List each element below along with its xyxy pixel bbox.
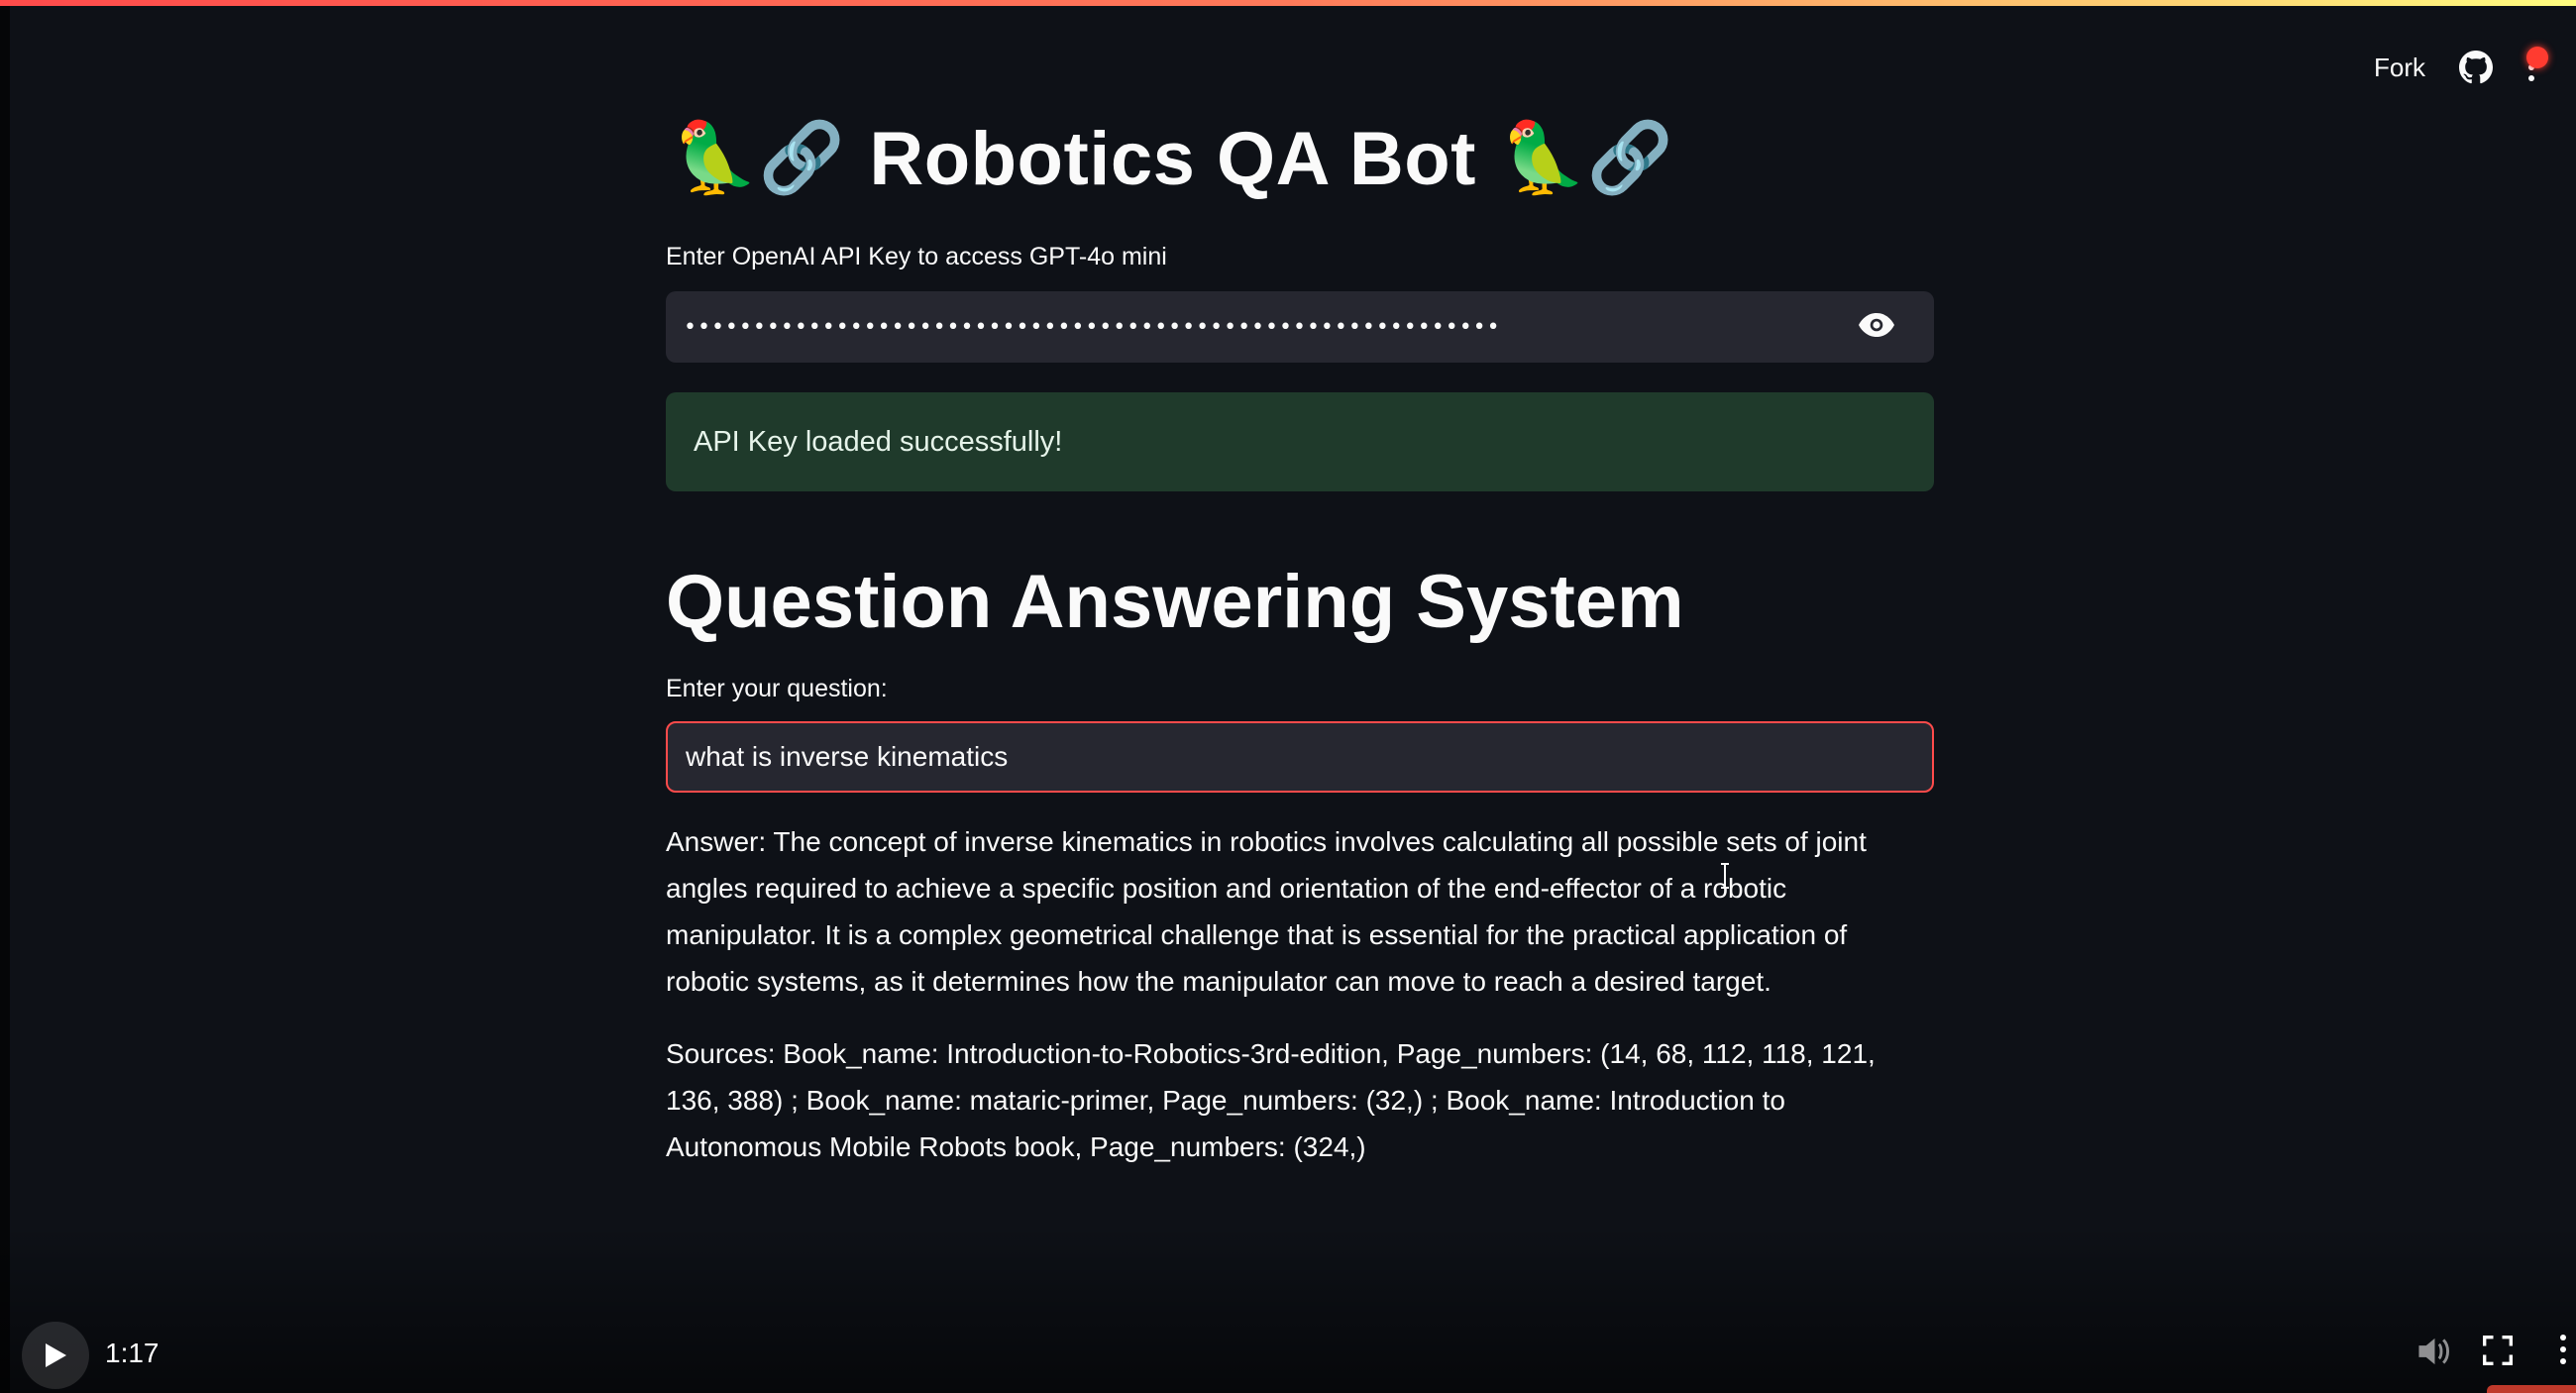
volume-icon[interactable] [2415,1336,2451,1372]
fork-button[interactable]: Fork [2374,53,2425,83]
parrot-link-emoji-left: 🦜🔗 [672,119,846,196]
playback-time: 1:17 [105,1338,160,1368]
header-toolbar: Fork [2374,44,2548,91]
kebab-menu-icon[interactable] [2526,47,2548,82]
api-key-field[interactable] [666,291,1934,363]
main-content: 🦜🔗 Robotics QA Bot 🦜🔗 Enter OpenAI API K… [666,99,1934,1170]
fullscreen-icon[interactable] [2482,1335,2514,1370]
more-vert-icon[interactable] [2558,1334,2568,1370]
video-player-controls: 1:17 [0,1314,2576,1393]
app-frame: Fork 🦜🔗 Robotics QA Bot 🦜🔗 Enter OpenAI … [0,0,2576,1393]
top-decoration-bar [0,0,2576,6]
running-status-dot [2526,47,2548,68]
page-title: 🦜🔗 Robotics QA Bot 🦜🔗 [666,99,1934,218]
api-key-label: Enter OpenAI API Key to access GPT-4o mi… [666,243,1167,270]
question-label: Enter your question: [666,675,888,702]
api-key-input[interactable] [682,313,1859,341]
answer-text: Answer: The concept of inverse kinematic… [666,826,1867,997]
parrot-link-emoji-right: 🦜🔗 [1499,119,1674,196]
section-heading: Question Answering System [666,560,1684,644]
eye-icon[interactable] [1859,312,1894,342]
sources-text: Sources: Book_name: Introduction-to-Robo… [666,1038,1876,1162]
window-edge [0,0,10,1393]
page-title-text: Robotics QA Bot [869,116,1476,201]
question-input[interactable] [684,740,1916,774]
api-key-success-alert: API Key loaded successfully! [666,392,1934,491]
progress-accent [2487,1385,2576,1393]
github-icon[interactable] [2459,51,2493,84]
question-field[interactable] [666,721,1934,793]
success-message: API Key loaded successfully! [694,425,1063,458]
play-icon[interactable] [22,1322,89,1389]
text-cursor-icon [1721,863,1729,889]
